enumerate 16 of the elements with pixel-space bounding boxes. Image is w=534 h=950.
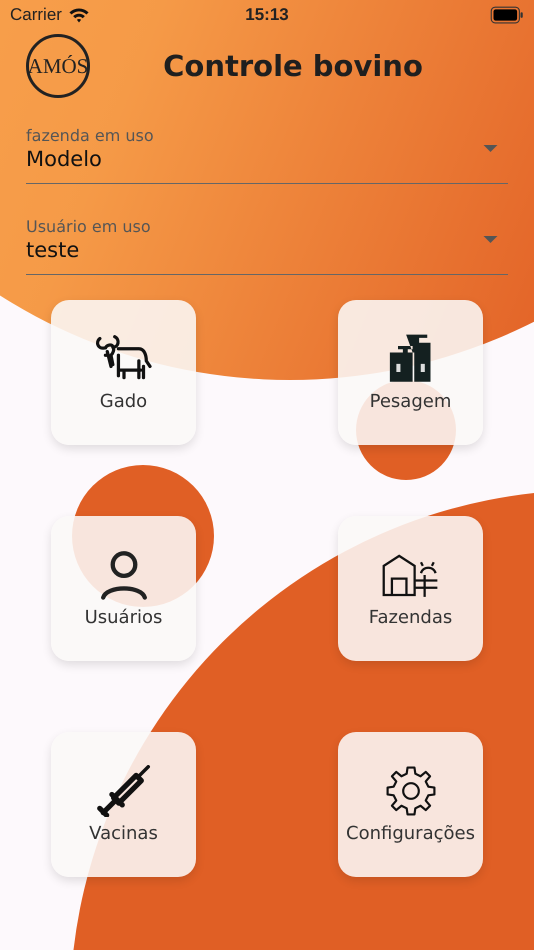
- menu-card[interactable]: Configurações: [338, 732, 483, 877]
- wifi-icon: [68, 7, 90, 23]
- logo: AMÓS: [26, 34, 90, 98]
- dropdown-field[interactable]: Usuário em uso teste: [26, 193, 508, 275]
- battery-icon: [490, 6, 524, 24]
- page-title: Controle bovino: [162, 49, 424, 83]
- menu-card[interactable]: Gado: [51, 300, 196, 445]
- menu-card[interactable]: Usuários: [51, 516, 196, 661]
- carrier-label: Carrier: [10, 5, 62, 25]
- caret-icon: [483, 144, 498, 152]
- menu-card[interactable]: Fazendas: [338, 516, 483, 661]
- caret-icon: [483, 236, 498, 244]
- clock-time: 15:13: [245, 5, 289, 25]
- menu-card[interactable]: Pesagem: [338, 300, 483, 445]
- dropdown-field[interactable]: fazenda em uso Modelo: [26, 102, 508, 184]
- menu-card[interactable]: Vacinas: [51, 732, 196, 877]
